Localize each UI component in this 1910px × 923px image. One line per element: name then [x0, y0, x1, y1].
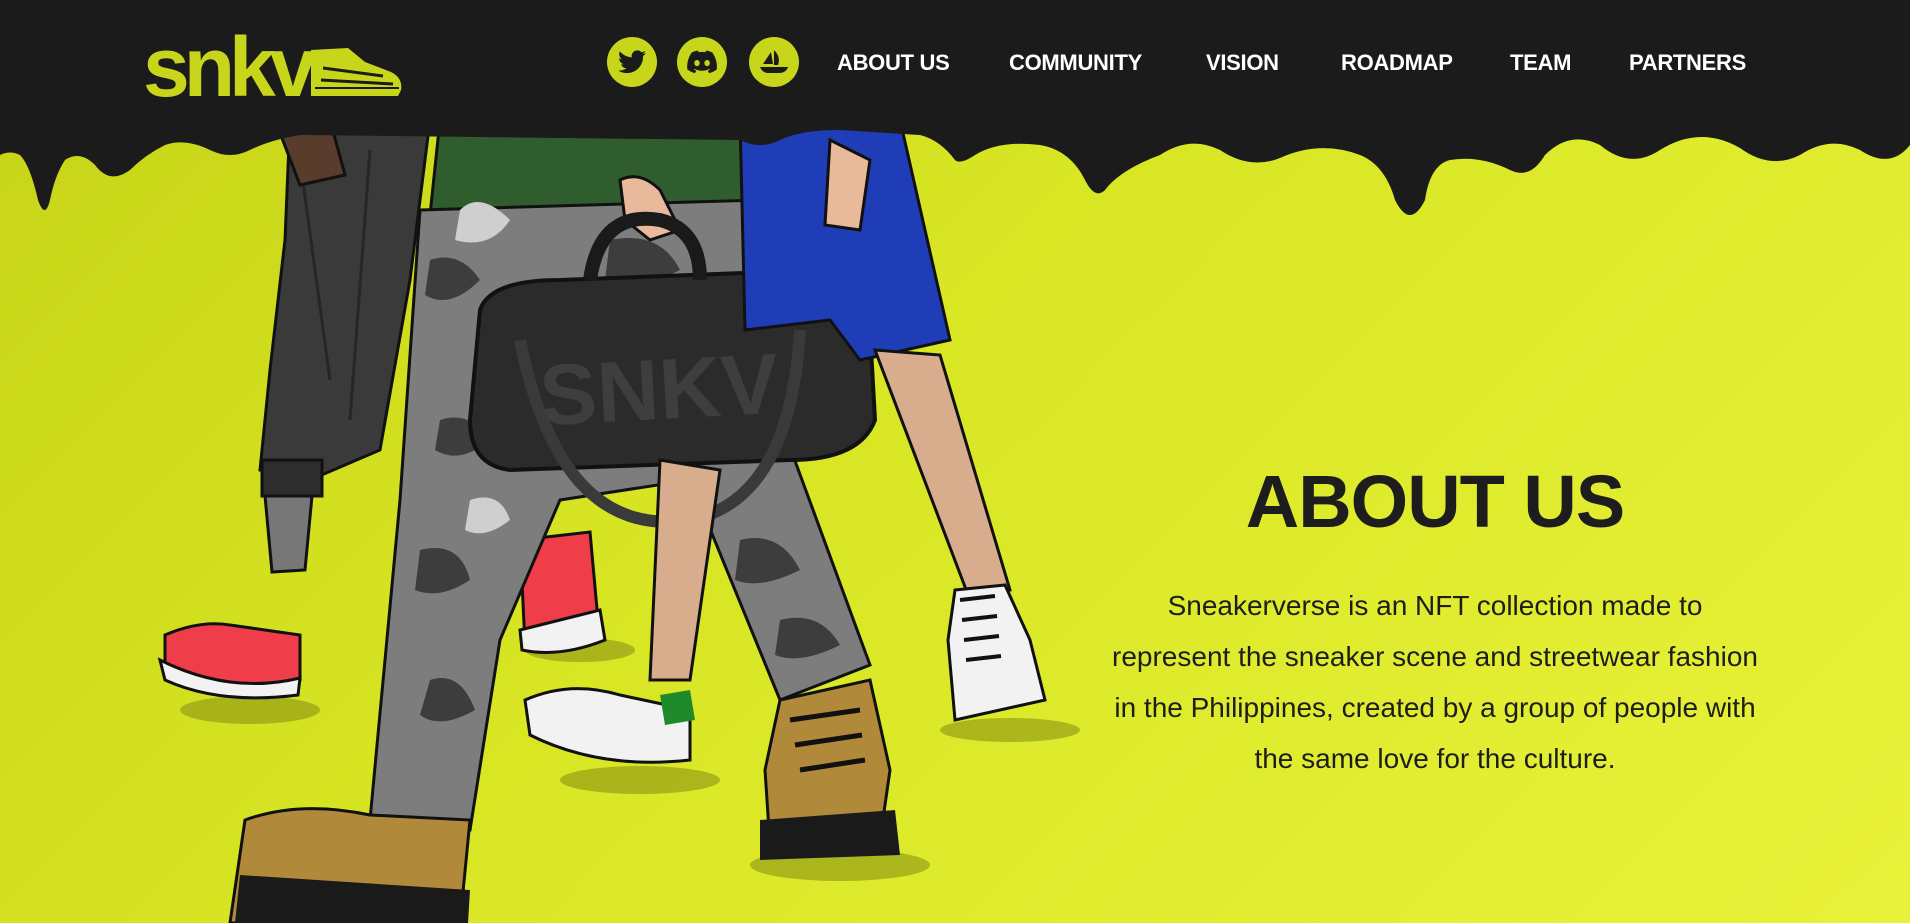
nav-partners[interactable]: PARTNERS [1629, 50, 1746, 76]
about-us-description: Sneakerverse is an NFT collection made t… [1112, 590, 1758, 774]
nav-roadmap[interactable]: ROADMAP [1341, 50, 1453, 76]
bag-logo-text: SNKV [537, 336, 781, 444]
nav-team[interactable]: TEAM [1510, 50, 1571, 76]
nav-vision[interactable]: VISION [1206, 50, 1279, 76]
nav-community[interactable]: COMMUNITY [1009, 50, 1142, 76]
opensea-icon [760, 50, 788, 73]
nav-about-us[interactable]: ABOUT US [837, 50, 950, 76]
drip-divider [0, 110, 1910, 215]
twitter-button[interactable] [607, 37, 657, 87]
discord-button[interactable] [677, 37, 727, 87]
about-us-heading: ABOUT US [1245, 460, 1625, 543]
opensea-button[interactable] [749, 37, 799, 87]
discord-icon [687, 50, 717, 74]
logo-wordmark: snkv [143, 22, 317, 104]
snkv-logo[interactable]: snkv [143, 22, 403, 104]
top-navbar: snkv ABOUT US COMMUNITY VISION ROADMAP T… [0, 0, 1910, 126]
twitter-icon [618, 50, 646, 74]
